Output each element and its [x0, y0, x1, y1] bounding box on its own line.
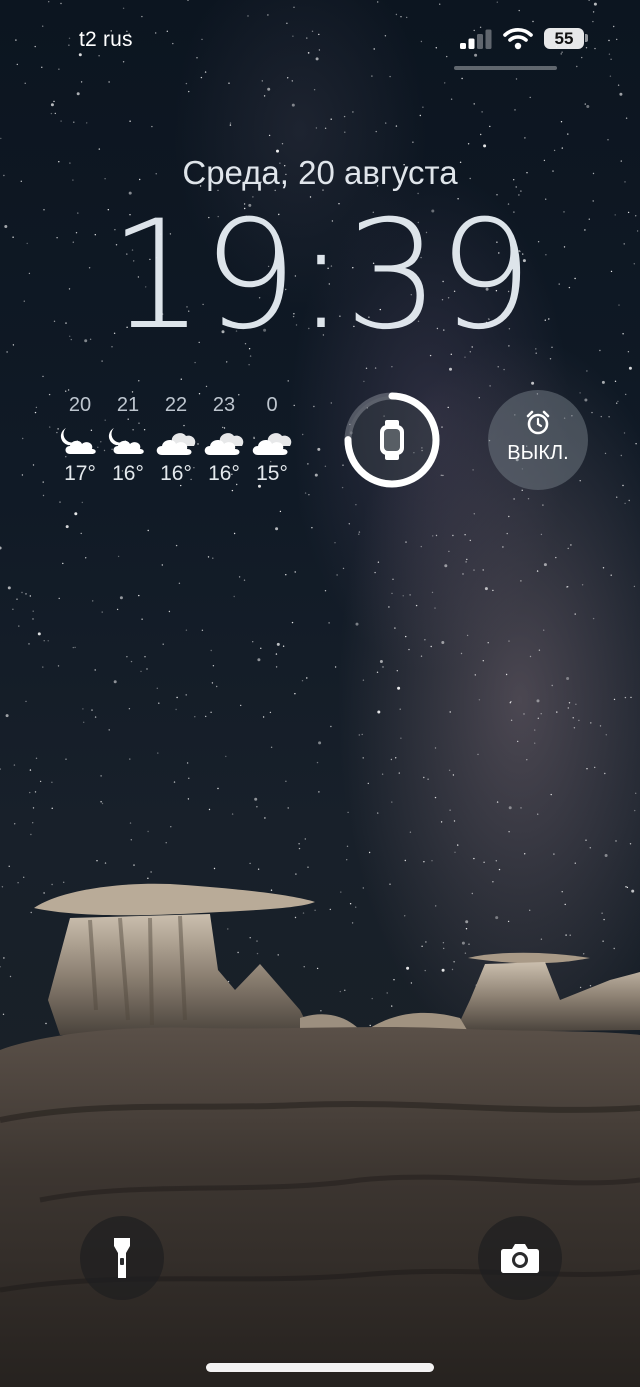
alarm-clock-icon	[526, 410, 550, 435]
weather-hour: 21	[116, 394, 140, 416]
camera-button[interactable]	[478, 1216, 562, 1300]
camera-icon	[501, 1244, 539, 1273]
alarm-widget[interactable]: ВЫКЛ.	[488, 390, 588, 490]
watch-battery-widget[interactable]	[342, 390, 442, 490]
battery-level: 55	[554, 28, 574, 48]
weather-hour: 22	[164, 394, 188, 416]
wifi-icon	[503, 28, 533, 50]
partly-cloudy-night-icon	[108, 428, 144, 454]
weather-temp: 16°	[208, 462, 240, 485]
rock-formation-wallpaper	[0, 883, 640, 1387]
weather-temp: 17°	[64, 462, 96, 485]
weather-hour: 20	[68, 394, 92, 416]
lock-screen: t2 rus 55 Среда, 20 августа 19:39 20 17°…	[0, 0, 640, 1387]
signal-bar	[460, 43, 466, 49]
weather-hour-column: 0 15°	[248, 392, 296, 486]
cloudy-icon	[204, 433, 244, 455]
weather-temp: 16°	[160, 462, 192, 485]
home-indicator[interactable]	[206, 1363, 434, 1372]
signal-bar	[468, 38, 475, 49]
carrier-name: t2 rus	[79, 28, 133, 51]
lock-screen-clock[interactable]: 19:39	[0, 196, 640, 356]
flashlight-icon	[114, 1238, 130, 1278]
weather-hour-column: 23 16°	[200, 392, 248, 486]
weather-hour-column: 22 16°	[152, 392, 200, 486]
apple-watch-icon	[380, 420, 404, 460]
cloudy-icon	[252, 433, 292, 455]
battery-icon: 55	[544, 28, 584, 49]
weather-widget[interactable]: 20 17° 21 16° 22 16° 23 16° 0 15°	[56, 392, 306, 492]
control-center-indicator[interactable]	[454, 66, 557, 70]
weather-hour-column: 20 17°	[56, 392, 104, 486]
signal-bar	[485, 29, 492, 49]
weather-temp: 15°	[256, 462, 288, 485]
cloudy-icon	[156, 433, 196, 455]
signal-bar	[477, 34, 483, 49]
flashlight-button[interactable]	[80, 1216, 164, 1300]
battery-tip	[585, 34, 588, 42]
lock-screen-date: Среда, 20 августа	[182, 154, 458, 191]
weather-hour: 0	[266, 394, 278, 416]
alarm-status-label: ВЫКЛ.	[507, 442, 569, 464]
weather-hour: 23	[212, 394, 236, 416]
weather-hour-column: 21 16°	[104, 392, 152, 486]
weather-temp: 16°	[112, 462, 144, 485]
cellular-signal-icon	[460, 29, 492, 49]
partly-cloudy-night-icon	[60, 428, 96, 454]
